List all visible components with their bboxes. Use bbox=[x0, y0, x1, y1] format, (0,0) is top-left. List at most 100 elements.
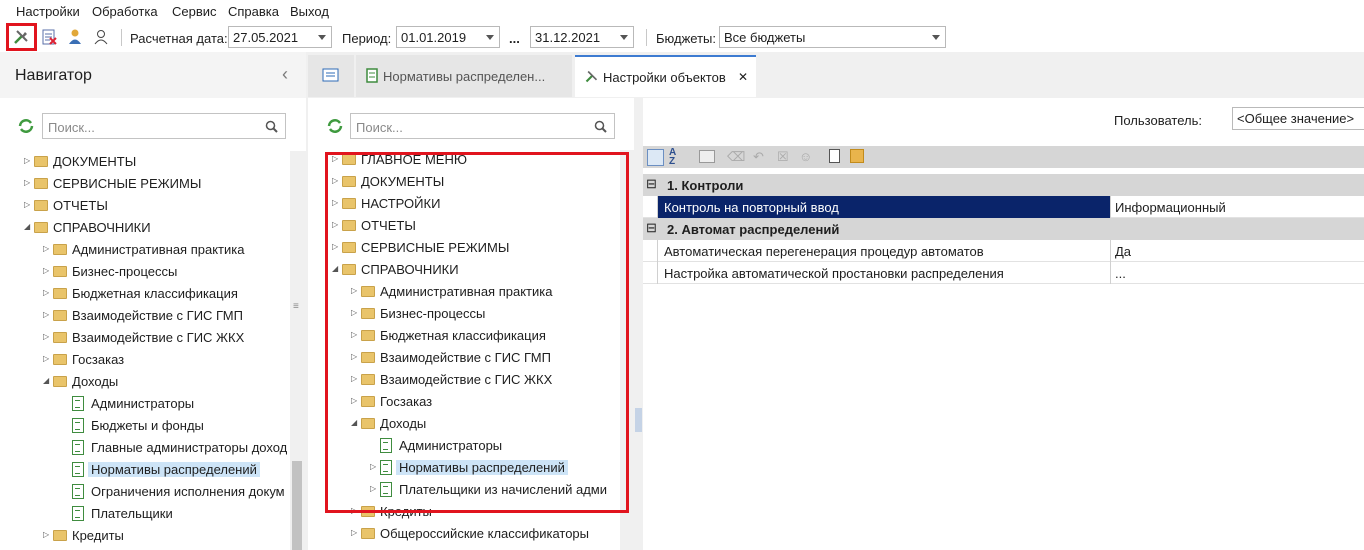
menu-item-processing[interactable]: Обработка bbox=[92, 4, 158, 19]
collapse-chevron-icon[interactable]: ‹ bbox=[282, 64, 288, 85]
remove-user-icon[interactable]: ☒ bbox=[777, 149, 789, 165]
delete-doc-icon[interactable] bbox=[38, 26, 60, 48]
period-separator: ... bbox=[509, 31, 520, 46]
tree-node[interactable]: Нормативы распределений bbox=[0, 459, 290, 481]
property-row[interactable]: Контроль на повторный ввод Информационный bbox=[643, 196, 1364, 218]
tree-node[interactable]: Главные администраторы доход bbox=[0, 437, 290, 459]
tree-node[interactable]: ▷ ДОКУМЕНТЫ bbox=[0, 151, 290, 173]
collapsed-arrow-icon[interactable]: ▷ bbox=[43, 266, 49, 275]
document-icon bbox=[72, 418, 84, 433]
eraser-icon[interactable]: ⌫ bbox=[727, 149, 745, 165]
collapsed-arrow-icon[interactable]: ▷ bbox=[43, 310, 49, 319]
property-value[interactable]: Информационный bbox=[1115, 200, 1226, 215]
paste-icon[interactable] bbox=[850, 149, 864, 163]
navigator-search-input[interactable]: Поиск... bbox=[42, 113, 286, 139]
folder-icon bbox=[34, 222, 48, 233]
navigator-scrollbar[interactable]: ≡ bbox=[290, 151, 306, 550]
folder-icon bbox=[53, 354, 67, 365]
search-placeholder: Поиск... bbox=[48, 120, 95, 135]
property-group-header[interactable]: ⊟ 1. Контроли bbox=[643, 174, 1364, 196]
user-select[interactable]: <Общее значение> bbox=[1232, 107, 1364, 130]
property-row[interactable]: Настройка автоматической простановки рас… bbox=[643, 262, 1364, 284]
collapsed-arrow-icon[interactable]: ▷ bbox=[24, 156, 30, 165]
tree-node-label: Общероссийские классификаторы bbox=[380, 526, 590, 541]
menu-item-help[interactable]: Справка bbox=[228, 4, 279, 19]
tree-node[interactable]: ▷ Госзаказ bbox=[0, 349, 290, 371]
categorized-icon[interactable] bbox=[647, 149, 664, 166]
sort-az-icon[interactable]: AZ bbox=[669, 148, 676, 167]
menu-item-service[interactable]: Сервис bbox=[172, 4, 217, 19]
undo-icon[interactable]: ↶ bbox=[753, 149, 764, 165]
collapsed-arrow-icon[interactable]: ▷ bbox=[43, 530, 49, 539]
collapsed-arrow-icon[interactable]: ▷ bbox=[43, 288, 49, 297]
search-icon[interactable] bbox=[265, 120, 278, 133]
folder-icon bbox=[53, 530, 67, 541]
users-icon[interactable] bbox=[90, 26, 112, 48]
refresh-icon[interactable] bbox=[17, 118, 35, 137]
user-info-icon[interactable] bbox=[64, 26, 86, 48]
date-picker[interactable]: 27.05.2021 bbox=[228, 26, 332, 48]
menu-item-settings[interactable]: Настройки bbox=[16, 4, 80, 19]
tree-node[interactable]: Плательщики bbox=[0, 503, 290, 525]
property-name: Автоматическая перегенерация процедур ав… bbox=[664, 244, 984, 259]
tree-node[interactable]: Бюджеты и фонды bbox=[0, 415, 290, 437]
tab-object-settings[interactable]: Настройки объектов ✕ bbox=[575, 55, 756, 97]
object-search-input[interactable]: Поиск... bbox=[350, 113, 615, 139]
close-icon[interactable]: ✕ bbox=[738, 70, 748, 84]
properties-toolbar: AZ ⌫ ↶ ☒ ☺ bbox=[643, 146, 1364, 168]
property-value[interactable]: Да bbox=[1115, 244, 1131, 259]
copy-icon[interactable] bbox=[829, 149, 840, 163]
document-icon bbox=[72, 462, 84, 477]
folder-icon bbox=[53, 288, 67, 299]
collapsed-arrow-icon[interactable]: ▷ bbox=[43, 354, 49, 363]
search-icon[interactable] bbox=[594, 120, 607, 133]
tree-node[interactable]: Администраторы bbox=[0, 393, 290, 415]
tree-node[interactable]: ▷ Административная практика bbox=[0, 239, 290, 261]
collapsed-arrow-icon[interactable]: ▷ bbox=[43, 332, 49, 341]
tree-node-label: Госзаказ bbox=[72, 352, 125, 367]
budgets-select[interactable]: Все бюджеты bbox=[719, 26, 946, 48]
property-value[interactable]: ... bbox=[1115, 266, 1126, 281]
collapse-group-icon[interactable]: ⊟ bbox=[646, 220, 657, 236]
tree-node[interactable]: ▷ Кредиты bbox=[0, 525, 290, 547]
tree-node[interactable]: Ограничения исполнения докум bbox=[0, 481, 290, 503]
folder-icon bbox=[53, 244, 67, 255]
splitter-handle[interactable] bbox=[635, 408, 642, 432]
expanded-arrow-icon[interactable]: ◢ bbox=[24, 222, 30, 231]
tree-node[interactable]: ▷ Бюджетная классификация bbox=[0, 283, 290, 305]
user-icon[interactable]: ☺ bbox=[799, 149, 812, 164]
menu-item-exit[interactable]: Выход bbox=[290, 4, 329, 19]
tree-node[interactable]: ◢ Доходы bbox=[0, 371, 290, 393]
property-row[interactable]: Автоматическая перегенерация процедур ав… bbox=[643, 240, 1364, 262]
tree-node[interactable]: ▷ ОТЧЕТЫ bbox=[0, 195, 290, 217]
property-pages-icon[interactable] bbox=[699, 150, 715, 163]
tab-distribution-norms[interactable]: Нормативы распределен... bbox=[356, 55, 572, 97]
user-value: <Общее значение> bbox=[1237, 111, 1355, 126]
tree-node[interactable]: ▷ Бизнес-процессы bbox=[0, 261, 290, 283]
refresh-icon[interactable] bbox=[326, 118, 344, 137]
period-to-picker[interactable]: 31.12.2021 bbox=[530, 26, 634, 48]
tree-node[interactable]: ▷ Взаимодействие с ГИС ЖКХ bbox=[0, 327, 290, 349]
tree-node-label: ДОКУМЕНТЫ bbox=[53, 154, 137, 169]
property-name: Настройка автоматической простановки рас… bbox=[664, 266, 1004, 281]
tree-node-label: ОТЧЕТЫ bbox=[53, 198, 108, 213]
tree-node[interactable]: ▷ Взаимодействие с ГИС ГМП bbox=[0, 305, 290, 327]
splitter[interactable] bbox=[634, 98, 643, 550]
tree-node[interactable]: ▷ Общероссийские классификаторы bbox=[308, 523, 620, 545]
property-group-header[interactable]: ⊟ 2. Автомат распределений bbox=[643, 218, 1364, 240]
collapsed-arrow-icon[interactable]: ▷ bbox=[351, 528, 357, 537]
property-group-title: 1. Контроли bbox=[667, 178, 744, 193]
expanded-arrow-icon[interactable]: ◢ bbox=[43, 376, 49, 385]
collapsed-arrow-icon[interactable]: ▷ bbox=[24, 200, 30, 209]
collapsed-arrow-icon[interactable]: ▷ bbox=[24, 178, 30, 187]
tab-list[interactable] bbox=[308, 55, 354, 97]
navigator-title: Навигатор bbox=[15, 67, 92, 84]
splitter-grip-icon: ≡ bbox=[293, 301, 299, 312]
tree-node[interactable]: ▷ СЕРВИСНЫЕ РЕЖИМЫ bbox=[0, 173, 290, 195]
tree-node-label: Доходы bbox=[72, 374, 119, 389]
scrollbar-thumb[interactable] bbox=[292, 461, 302, 550]
collapse-group-icon[interactable]: ⊟ bbox=[646, 176, 657, 192]
period-from-picker[interactable]: 01.01.2019 bbox=[396, 26, 500, 48]
collapsed-arrow-icon[interactable]: ▷ bbox=[43, 244, 49, 253]
tree-node[interactable]: ◢ СПРАВОЧНИКИ bbox=[0, 217, 290, 239]
